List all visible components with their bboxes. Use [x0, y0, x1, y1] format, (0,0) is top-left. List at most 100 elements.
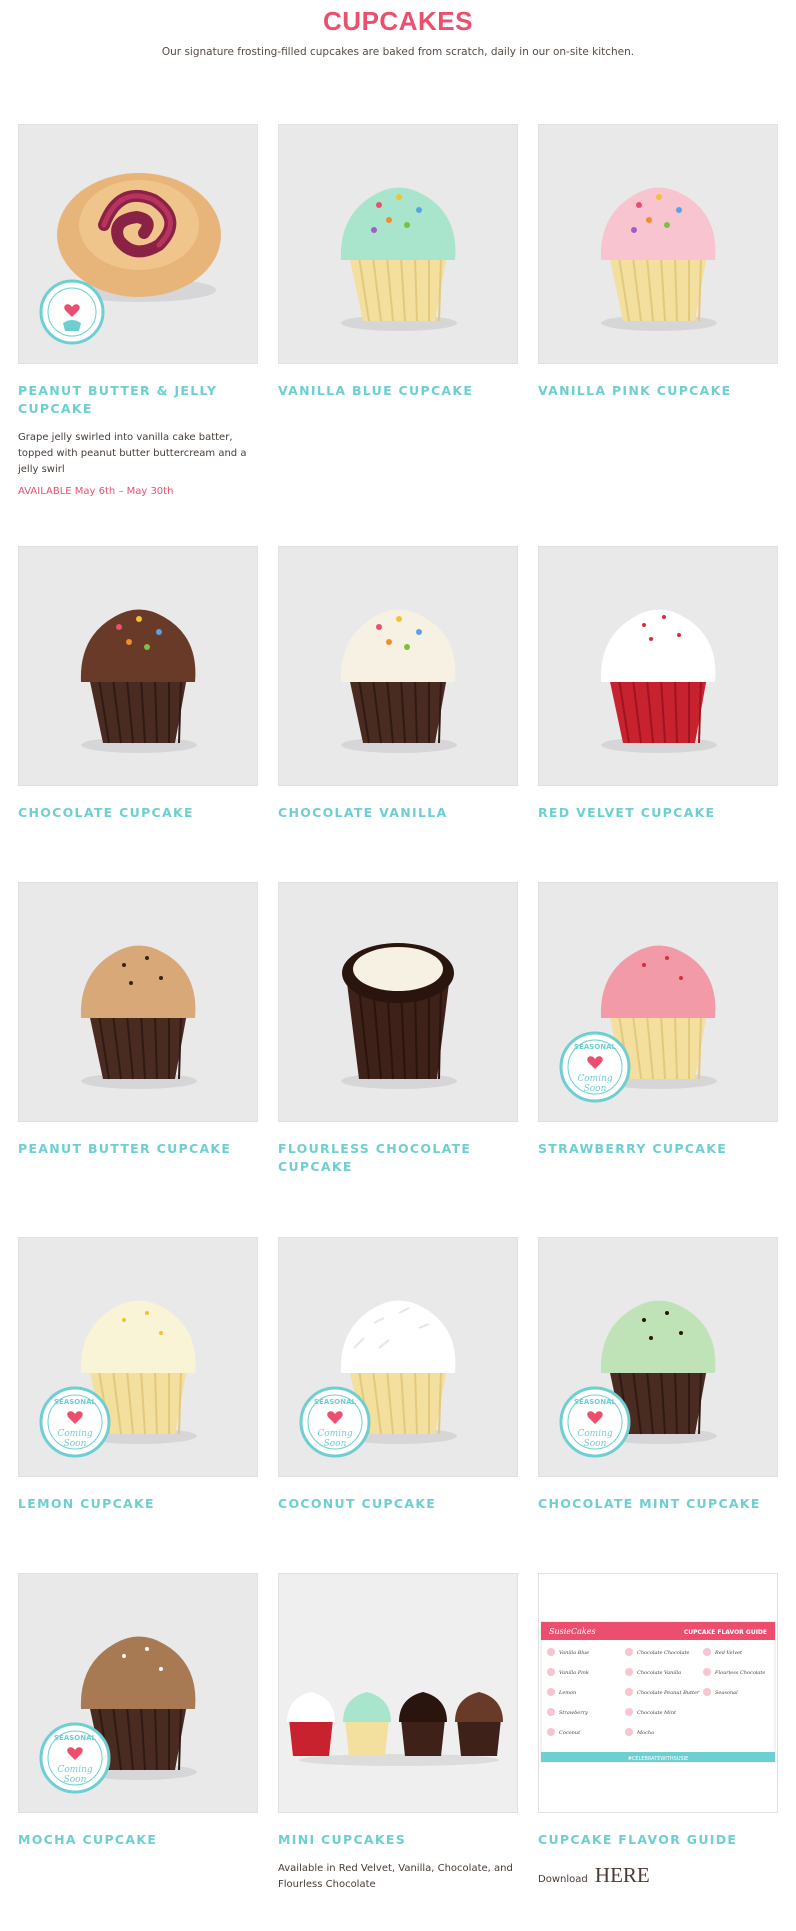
product-photo[interactable]	[278, 1573, 518, 1813]
guide-flavor-icon	[625, 1708, 633, 1716]
product-card[interactable]: PEANUT BUTTER CUPCAKE	[18, 882, 258, 1158]
product-card[interactable]: Coming Soon SEASONAL STRAWBERRY CUPCAKE	[538, 882, 778, 1158]
download-here-link[interactable]: HERE	[595, 1863, 650, 1887]
guide-flavor-icon	[625, 1668, 633, 1676]
guide-flavor-name: Vanilla Blue	[559, 1650, 589, 1656]
seasonal-badge-icon: Coming Soon SEASONAL	[559, 1031, 631, 1103]
guide-flavor-icon	[547, 1688, 555, 1696]
product-photo[interactable]	[538, 546, 778, 786]
product-photo[interactable]: Coming Soon SEASONAL	[538, 1237, 778, 1477]
guide-flavor-icon	[547, 1648, 555, 1656]
guide-flavor-icon	[703, 1648, 711, 1656]
product-name[interactable]: MINI CUPCAKES	[278, 1831, 518, 1849]
seasonal-badge-icon: Coming Soon SEASONAL	[299, 1386, 371, 1458]
guide-flavor-name: Mocha	[636, 1730, 654, 1736]
seasonal-badge-icon: Coming Soon SEASONAL	[39, 1722, 111, 1794]
svg-text:SEASONAL: SEASONAL	[574, 1398, 617, 1406]
guide-flavor-name: Chocolate Peanut Butter	[637, 1690, 700, 1696]
product-name[interactable]: PEANUT BUTTER CUPCAKE	[18, 1140, 258, 1158]
download-label: Download	[538, 1874, 588, 1885]
svg-text:Coming: Coming	[317, 1429, 353, 1439]
seasonal-badge-text: Coming	[577, 1074, 613, 1084]
guide-flavor-name: Seasonal	[715, 1690, 738, 1696]
guide-brand: SusieCakes	[549, 1627, 596, 1636]
guide-flavor-name: Strawberry	[559, 1710, 588, 1716]
guide-heading: CUPCAKE FLAVOR GUIDE	[684, 1629, 767, 1636]
product-photo[interactable]: Coming Soon SEASONAL	[278, 1237, 518, 1477]
product-card[interactable]: VANILLA BLUE CUPCAKE	[278, 124, 518, 400]
product-card[interactable]: Coming Soon SEASONAL CHOCOLATE MINT CUPC…	[538, 1237, 778, 1513]
product-photo[interactable]	[278, 882, 518, 1122]
product-card[interactable]: Coming Soon SEASONAL LEMON CUPCAKE	[18, 1237, 258, 1513]
svg-text:Soon: Soon	[64, 1775, 87, 1785]
product-card[interactable]: PEANUT BUTTER & JELLY CUPCAKE Grape jell…	[18, 124, 258, 497]
product-name[interactable]: CUPCAKE FLAVOR GUIDE	[538, 1831, 778, 1849]
guide-flavor-icon	[703, 1688, 711, 1696]
product-name[interactable]: RED VELVET CUPCAKE	[538, 804, 778, 822]
svg-text:Soon: Soon	[584, 1439, 607, 1449]
svg-text:SEASONAL: SEASONAL	[54, 1398, 97, 1406]
product-card[interactable]: CHOCOLATE VANILLA	[278, 546, 518, 822]
product-description: Available in Red Velvet, Vanilla, Chocol…	[278, 1863, 513, 1890]
product-photo[interactable]: Coming Soon SEASONAL	[538, 882, 778, 1122]
page-header: CUPCAKES Our signature frosting-filled c…	[0, 0, 796, 58]
guide-flavor-icon	[625, 1648, 633, 1656]
product-card[interactable]: FLOURLESS CHOCOLATE CUPCAKE	[278, 882, 518, 1176]
guide-flavor-name: Chocolate Vanilla	[637, 1670, 681, 1676]
guide-hashtag: #CELEBRATEWITHSUSIE	[628, 1756, 689, 1762]
product-card[interactable]: SusieCakes CUPCAKE FLAVOR GUIDE #CELEBRA…	[538, 1573, 778, 1888]
download-row: Download HERE	[538, 1863, 778, 1888]
page-title: CUPCAKES	[323, 6, 473, 36]
product-photo[interactable]	[278, 124, 518, 364]
guide-flavor-icon	[625, 1728, 633, 1736]
product-photo[interactable]	[18, 882, 258, 1122]
guide-flavor-icon	[625, 1688, 633, 1696]
limited-edition-badge-icon	[39, 279, 105, 345]
product-photo[interactable]	[18, 546, 258, 786]
guide-flavor-name: Vanilla Pink	[559, 1670, 589, 1676]
product-card[interactable]: Coming Soon SEASONAL COCONUT CUPCAKE	[278, 1237, 518, 1513]
product-availability: AVAILABLE May 6th – May 30th	[18, 486, 174, 497]
product-name[interactable]: FLOURLESS CHOCOLATE CUPCAKE	[278, 1140, 518, 1176]
product-name[interactable]: PEANUT BUTTER & JELLY CUPCAKE	[18, 382, 258, 418]
product-name[interactable]: CHOCOLATE CUPCAKE	[18, 804, 258, 822]
guide-flavor-icon	[547, 1708, 555, 1716]
seasonal-badge-icon: Coming Soon SEASONAL	[559, 1386, 631, 1458]
svg-text:Soon: Soon	[584, 1084, 607, 1094]
svg-text:Soon: Soon	[324, 1439, 347, 1449]
product-name[interactable]: COCONUT CUPCAKE	[278, 1495, 518, 1513]
svg-text:Coming: Coming	[57, 1765, 93, 1775]
svg-text:Coming: Coming	[57, 1429, 93, 1439]
product-card[interactable]: RED VELVET CUPCAKE	[538, 546, 778, 822]
guide-flavor-name: Coconut	[559, 1730, 581, 1736]
seasonal-badge-icon: Coming Soon SEASONAL	[39, 1386, 111, 1458]
product-name[interactable]: STRAWBERRY CUPCAKE	[538, 1140, 778, 1158]
svg-text:Coming: Coming	[577, 1429, 613, 1439]
product-name[interactable]: VANILLA PINK CUPCAKE	[538, 382, 778, 400]
page-subtitle: Our signature frosting-filled cupcakes a…	[161, 46, 635, 58]
guide-flavor-icon	[547, 1668, 555, 1676]
guide-flavor-name: Lemon	[558, 1690, 576, 1696]
guide-flavor-icon	[547, 1728, 555, 1736]
product-photo[interactable]: Coming Soon SEASONAL	[18, 1237, 258, 1477]
product-name[interactable]: LEMON CUPCAKE	[18, 1495, 258, 1513]
product-card[interactable]: Coming Soon SEASONAL MOCHA CUPCAKE	[18, 1573, 258, 1849]
svg-text:SEASONAL: SEASONAL	[314, 1398, 357, 1406]
product-photo[interactable]	[18, 124, 258, 364]
product-card[interactable]: MINI CUPCAKES Available in Red Velvet, V…	[278, 1573, 518, 1893]
product-name[interactable]: CHOCOLATE VANILLA	[278, 804, 518, 822]
guide-flavor-name: Chocolate Mint	[637, 1710, 677, 1716]
guide-flavor-icon	[703, 1668, 711, 1676]
product-name[interactable]: MOCHA CUPCAKE	[18, 1831, 258, 1849]
product-name[interactable]: CHOCOLATE MINT CUPCAKE	[538, 1495, 778, 1513]
product-photo[interactable]	[278, 546, 518, 786]
flavor-guide-thumbnail[interactable]: SusieCakes CUPCAKE FLAVOR GUIDE #CELEBRA…	[538, 1573, 778, 1813]
product-card[interactable]: CHOCOLATE CUPCAKE	[18, 546, 258, 822]
svg-text:Soon: Soon	[64, 1439, 87, 1449]
product-description: Grape jelly swirled into vanilla cake ba…	[18, 432, 247, 475]
product-photo[interactable]	[538, 124, 778, 364]
product-photo[interactable]: Coming Soon SEASONAL	[18, 1573, 258, 1813]
guide-flavor-name: Red Velvet	[714, 1650, 743, 1656]
product-card[interactable]: VANILLA PINK CUPCAKE	[538, 124, 778, 400]
product-name[interactable]: VANILLA BLUE CUPCAKE	[278, 382, 518, 400]
